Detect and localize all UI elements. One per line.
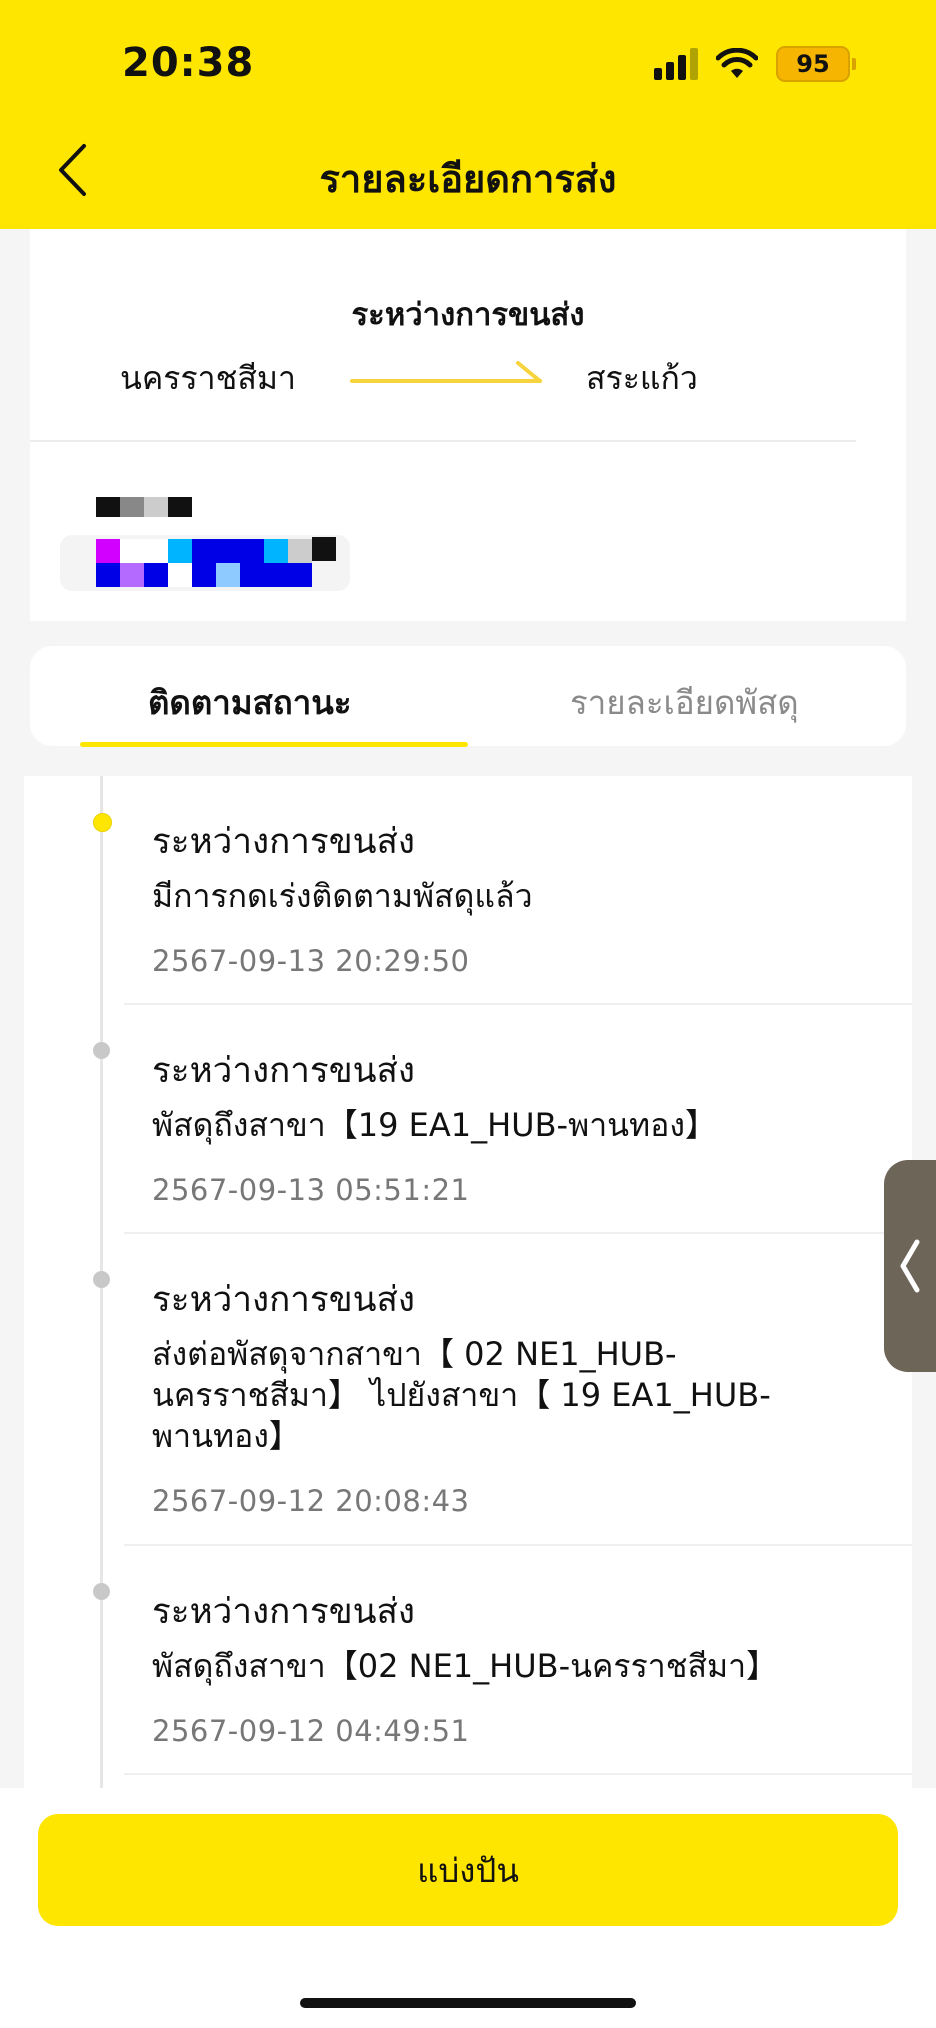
chevron-left-icon [900,1239,920,1293]
timeline-dot-current [93,813,112,832]
tracking-timeline: ระหว่างการขนส่ง มีการกดเร่งติดตามพัสดุแล… [24,776,912,1788]
timeline-dot [93,1583,110,1600]
event-description: พัสดุถึงสาขา【02 NE1_HUB-นครราชสีมา】 [152,1647,779,1685]
route-destination: สระแก้ว [586,359,698,397]
route-status: ระหว่างการขนส่ง [351,297,585,333]
status-time: 20:38 [122,40,255,86]
event-title: ระหว่างการขนส่ง [152,1280,416,1320]
event-description-line: พานทอง】 [152,1417,301,1455]
battery-level: 95 [776,46,850,82]
share-button[interactable]: แบ่งปัน [38,1814,898,1926]
route-origin: นครราชสีมา [120,359,296,397]
battery-icon: 95 [776,46,856,82]
event-timestamp: 2567-09-13 05:51:21 [152,1173,470,1207]
divider [124,1773,912,1775]
event-description-line: ส่งต่อพัสดุจากสาขา【 02 NE1_HUB- [152,1335,677,1373]
event-timestamp: 2567-09-13 20:29:50 [152,944,470,978]
event-title: ระหว่างการขนส่ง [152,822,416,862]
page-title: รายละเอียดการส่ง [319,157,617,201]
arrow-right-icon [350,361,542,383]
event-timestamp: 2567-09-12 20:08:43 [152,1484,470,1518]
side-panel-handle[interactable] [884,1160,936,1372]
active-tab-indicator [80,742,468,747]
route-card: ระหว่างการขนส่ง นครราชสีมา สระแก้ว [30,229,906,621]
timeline-dot [93,1271,110,1288]
tab-tracking-status[interactable]: ติดตามสถานะ [148,676,352,729]
status-icons: 95 [654,44,856,84]
divider [124,1003,912,1005]
tab-parcel-details[interactable]: รายละเอียดพัสดุ [570,676,799,729]
event-title: ระหว่างการขนส่ง [152,1592,416,1632]
wifi-icon [716,48,758,78]
event-timestamp: 2567-09-12 04:49:51 [152,1714,470,1748]
bottom-action-bar: แบ่งปัน [0,1788,936,2028]
redacted-recipient-image [60,497,350,591]
event-description: ส่งต่อพัสดุจากสาขา【 02 NE1_HUB- นครราชสี… [152,1334,812,1457]
divider [124,1544,912,1546]
event-description: มีการกดเร่งติดตามพัสดุแล้ว [152,877,533,915]
event-description: พัสดุถึงสาขา【19 EA1_HUB-พานทอง】 [152,1106,717,1144]
event-title: ระหว่างการขนส่ง [152,1051,416,1091]
header-bar: 20:38 95 รายละเอียดการส่ง [0,0,936,229]
divider [124,1232,912,1234]
cellular-signal-icon [654,48,698,80]
timeline-dot [93,1042,110,1059]
event-description-line: นครราชสีมา】 ไปยังสาขา【 19 EA1_HUB- [152,1376,771,1414]
home-indicator [300,1998,636,2008]
divider [30,440,856,442]
tab-bar: ติดตามสถานะ รายละเอียดพัสดุ [30,646,906,747]
